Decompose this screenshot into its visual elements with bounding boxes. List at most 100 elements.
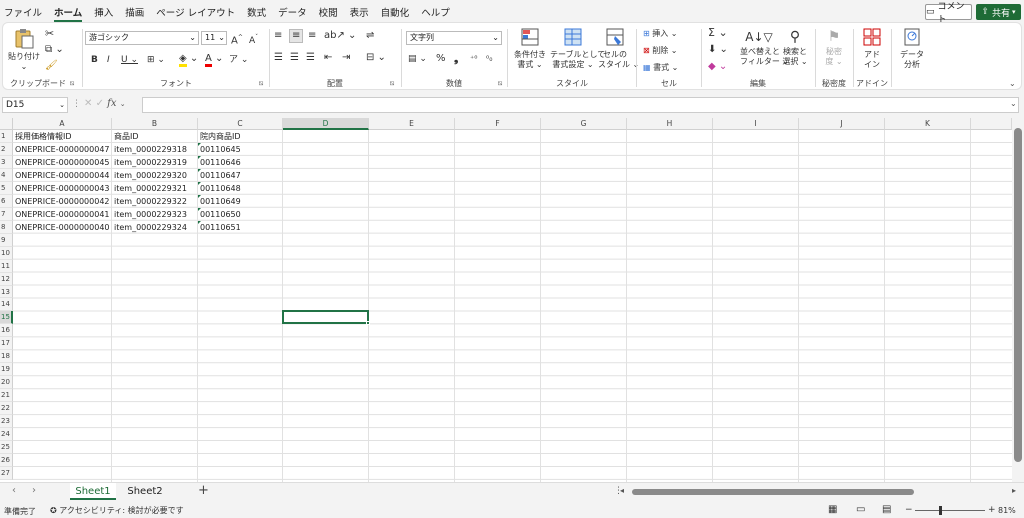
row-header[interactable]: 19 bbox=[0, 363, 13, 377]
zoom-level[interactable]: 81% bbox=[998, 506, 1016, 515]
align-right-icon[interactable]: ☰ bbox=[306, 53, 315, 63]
cell[interactable]: ONEPRICE-0000000045 bbox=[13, 157, 112, 170]
underline-icon[interactable]: U ⌄ bbox=[121, 55, 138, 65]
row-header[interactable]: 15 bbox=[0, 311, 13, 325]
row-header[interactable]: 7 bbox=[0, 207, 13, 221]
error-indicator[interactable] bbox=[198, 155, 201, 159]
cell[interactable]: ONEPRICE-0000000044 bbox=[13, 170, 112, 183]
row-header[interactable]: 10 bbox=[0, 246, 13, 260]
share-button[interactable]: ⇪ 共有 ▾ bbox=[976, 4, 1021, 20]
cell[interactable]: 00110651 bbox=[198, 222, 283, 235]
increase-indent-icon[interactable]: ⇥ bbox=[342, 53, 350, 63]
data-analysis-button[interactable]: データ 分析 bbox=[896, 27, 928, 70]
row-header[interactable]: 26 bbox=[0, 454, 13, 467]
increase-decimal-icon[interactable]: ⁺⁰ bbox=[470, 54, 477, 64]
row-header[interactable]: 2 bbox=[0, 142, 13, 156]
comma-icon[interactable]: ❟ bbox=[454, 53, 458, 64]
cell[interactable]: 採用価格情報ID bbox=[13, 131, 112, 144]
phonetic-icon[interactable]: ア ⌄ bbox=[229, 55, 248, 65]
cell[interactable]: item_0000229321 bbox=[112, 183, 198, 196]
decrease-indent-icon[interactable]: ⇤ bbox=[324, 53, 332, 63]
cell[interactable]: item_0000229319 bbox=[112, 157, 198, 170]
scroll-left-icon[interactable]: ◂ bbox=[620, 486, 624, 495]
sensitivity-button[interactable]: ⚑ 秘密 度 ⌄ bbox=[818, 27, 850, 67]
zoom-slider-thumb[interactable] bbox=[939, 506, 942, 515]
error-indicator[interactable] bbox=[198, 142, 201, 146]
wrap-text-icon[interactable]: ⇌ bbox=[366, 31, 374, 41]
column-header[interactable] bbox=[971, 118, 1012, 130]
number-format-select[interactable]: 文字列 ⌄ bbox=[406, 31, 502, 45]
addins-button[interactable]: アド イン bbox=[856, 27, 888, 70]
column-header[interactable]: I bbox=[713, 118, 799, 130]
row-header[interactable]: 21 bbox=[0, 389, 13, 403]
cell[interactable]: ONEPRICE-0000000047 bbox=[13, 144, 112, 157]
align-bottom-icon[interactable]: ≡ bbox=[308, 31, 316, 41]
fill-color-icon[interactable]: ◈ ⌄ bbox=[179, 53, 198, 67]
error-indicator[interactable] bbox=[198, 181, 201, 185]
cell-styles-button[interactable]: セルの スタイル ⌄ bbox=[598, 27, 639, 70]
cell[interactable]: 00110645 bbox=[198, 144, 283, 157]
ribbon-tab[interactable]: データ bbox=[278, 5, 307, 22]
merge-center-icon[interactable]: ⊟ ⌄ bbox=[366, 53, 386, 63]
ribbon-tab[interactable]: 表示 bbox=[350, 5, 369, 22]
ribbon-tab[interactable]: ヘルプ bbox=[421, 5, 450, 22]
row-header[interactable]: 17 bbox=[0, 337, 13, 351]
delete-cells-button[interactable]: ⊠ 削除 ⌄ bbox=[643, 46, 678, 56]
normal-view-icon[interactable]: ▦ bbox=[828, 504, 837, 515]
column-header[interactable]: C bbox=[198, 118, 283, 130]
increase-font-icon[interactable]: A^ bbox=[231, 33, 243, 46]
accessibility-status[interactable]: ✪ アクセシビリティ: 検討が必要です bbox=[50, 505, 184, 516]
zoom-in-icon[interactable]: + bbox=[988, 505, 996, 515]
align-top-icon[interactable]: ≡ bbox=[274, 31, 282, 41]
row-header[interactable]: 27 bbox=[0, 466, 13, 480]
column-header[interactable]: F bbox=[455, 118, 541, 130]
enter-icon[interactable]: ✓ bbox=[96, 98, 104, 109]
row-header[interactable]: 9 bbox=[0, 233, 13, 247]
cell[interactable]: 00110650 bbox=[198, 209, 283, 222]
cell[interactable]: item_0000229323 bbox=[112, 209, 198, 222]
row-header[interactable]: 8 bbox=[0, 220, 13, 234]
row-header[interactable]: 23 bbox=[0, 415, 13, 429]
zoom-slider[interactable] bbox=[915, 510, 985, 511]
font-name-select[interactable]: 游ゴシック ⌄ bbox=[85, 31, 199, 45]
format-as-table-button[interactable]: テーブルとして 書式設定 ⌄ bbox=[550, 27, 605, 70]
ribbon-tab[interactable]: ページ レイアウト bbox=[156, 5, 235, 22]
orientation-icon[interactable]: ab↗ ⌄ bbox=[324, 31, 356, 41]
ribbon-tab[interactable]: 挿入 bbox=[94, 5, 113, 22]
column-header[interactable]: G bbox=[541, 118, 627, 130]
ribbon-tab[interactable]: ホーム bbox=[54, 5, 83, 22]
column-header[interactable]: A bbox=[13, 118, 112, 130]
row-header[interactable]: 22 bbox=[0, 402, 13, 416]
decrease-font-icon[interactable]: Aˇ bbox=[249, 33, 258, 46]
row-header[interactable]: 14 bbox=[0, 298, 13, 312]
cell[interactable]: ONEPRICE-0000000041 bbox=[13, 209, 112, 222]
expand-formula-icon[interactable]: ⌄ bbox=[1010, 99, 1017, 108]
launcher-icon[interactable]: ⧅ bbox=[498, 79, 502, 88]
fx-icon[interactable]: fx bbox=[107, 98, 116, 109]
add-sheet-button[interactable]: + bbox=[198, 483, 209, 498]
scroll-right-icon[interactable]: ▸ bbox=[1012, 486, 1016, 495]
row-header[interactable]: 18 bbox=[0, 350, 13, 364]
align-center-icon[interactable]: ☰ bbox=[290, 53, 299, 63]
row-header[interactable]: 25 bbox=[0, 441, 13, 454]
cell[interactable]: item_0000229318 bbox=[112, 144, 198, 157]
cell[interactable]: 00110646 bbox=[198, 157, 283, 170]
cell[interactable]: ONEPRICE-0000000043 bbox=[13, 183, 112, 196]
row-header[interactable]: 1 bbox=[0, 130, 13, 143]
collapse-ribbon-icon[interactable]: ⌄ bbox=[1009, 79, 1016, 89]
ribbon-tab[interactable]: 自動化 bbox=[381, 5, 410, 22]
cut-icon[interactable]: ✂ bbox=[45, 28, 54, 39]
spreadsheet-grid[interactable]: A B C D E F G H I J K 1 2 3 4 5 6 7 8 9 10 11 12 13 14 15 16 17 18 19… bbox=[0, 118, 1024, 482]
selected-cell[interactable] bbox=[282, 310, 369, 325]
ribbon-tab[interactable]: 校閲 bbox=[319, 5, 338, 22]
insert-cells-button[interactable]: ⊞ 挿入 ⌄ bbox=[643, 29, 678, 39]
column-header[interactable]: B bbox=[112, 118, 198, 130]
chevron-right-icon[interactable]: › bbox=[32, 485, 36, 496]
fill-icon[interactable]: ⬇ ⌄ bbox=[708, 45, 728, 55]
sheet-tab[interactable]: Sheet2 bbox=[120, 483, 170, 500]
zoom-out-icon[interactable]: − bbox=[905, 505, 913, 515]
cell[interactable]: 商品ID bbox=[112, 131, 198, 144]
row-header[interactable]: 20 bbox=[0, 376, 13, 390]
font-color-icon[interactable]: A ⌄ bbox=[205, 53, 223, 67]
horizontal-scroll-thumb[interactable] bbox=[632, 489, 914, 495]
